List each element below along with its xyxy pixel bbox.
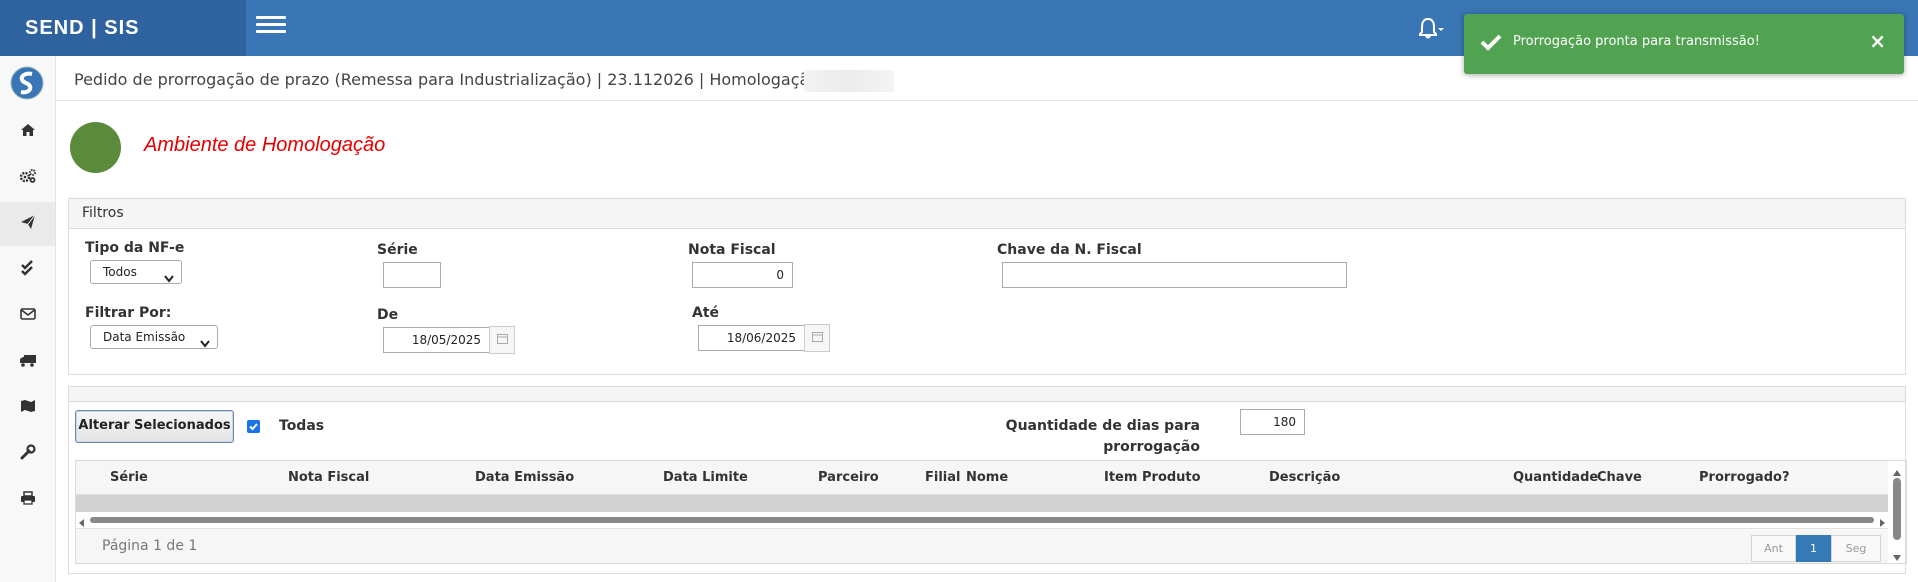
- col-header-quantidade[interactable]: Quantidade: [1513, 470, 1598, 485]
- sidebar-item-settings[interactable]: [0, 156, 55, 200]
- filters-panel: Filtros: [68, 198, 1906, 375]
- vertical-scroll-thumb[interactable]: [1893, 478, 1901, 540]
- chevron-down-icon: [164, 268, 174, 290]
- chevron-down-icon: [200, 333, 210, 355]
- header-divider: [55, 100, 1918, 101]
- col-header-descricao[interactable]: Descrição: [1269, 470, 1340, 485]
- nota-fiscal-input[interactable]: 0: [692, 262, 793, 288]
- calendar-icon: [811, 331, 823, 346]
- success-toast: Prorrogação pronta para transmissão! ×: [1464, 14, 1904, 74]
- environment-status-indicator: [70, 122, 121, 173]
- col-header-data-limite[interactable]: Data Limite: [663, 470, 748, 485]
- filtrar-por-select[interactable]: Data Emissão: [90, 325, 218, 349]
- horizontal-scrollbar[interactable]: [76, 514, 1888, 527]
- sidebar-item-tools[interactable]: [0, 432, 55, 476]
- table-row[interactable]: [76, 495, 1888, 512]
- ate-date-input[interactable]: 18/06/2025: [698, 325, 805, 351]
- col-header-chave[interactable]: Chave: [1597, 470, 1642, 485]
- ate-calendar-button[interactable]: [804, 324, 830, 352]
- print-icon: [20, 491, 36, 509]
- todas-checkbox[interactable]: [247, 420, 260, 433]
- sidebar-item-home[interactable]: [0, 110, 55, 154]
- page-breadcrumb: Pedido de prorrogação de prazo (Remessa …: [74, 70, 830, 89]
- environment-label: Ambiente de Homologação: [144, 134, 386, 156]
- de-calendar-button[interactable]: [489, 326, 515, 354]
- truck-icon: [19, 354, 37, 371]
- cogs-icon: [19, 168, 37, 188]
- chave-nf-input[interactable]: [1002, 262, 1347, 288]
- pager-prev-button[interactable]: Ant: [1751, 535, 1796, 562]
- horizontal-scroll-thumb[interactable]: [90, 517, 1874, 523]
- pager-next-button[interactable]: Seg: [1831, 535, 1881, 562]
- vertical-scrollbar[interactable]: [1889, 461, 1905, 562]
- sidebar-item-map[interactable]: [0, 386, 55, 430]
- wrench-icon: [20, 444, 36, 464]
- sidebar-item-checks[interactable]: [0, 248, 55, 292]
- de-date-input[interactable]: 18/05/2025: [383, 327, 490, 353]
- toast-message: Prorrogação pronta para transmissão!: [1513, 34, 1760, 49]
- col-header-produto[interactable]: Produto: [1142, 470, 1201, 485]
- de-label: De: [377, 307, 399, 323]
- envelope-icon: [19, 308, 36, 324]
- toast-close-button[interactable]: ×: [1869, 31, 1886, 51]
- menu-toggle-icon[interactable]: [256, 16, 286, 38]
- chave-nf-label: Chave da N. Fiscal: [997, 242, 1142, 258]
- sidebar-item-mail[interactable]: [0, 294, 55, 338]
- home-icon: [20, 123, 36, 141]
- nota-fiscal-label: Nota Fiscal: [688, 242, 776, 258]
- notifications-bell-icon[interactable]: [1417, 15, 1445, 41]
- filtrar-por-label: Filtrar Por:: [85, 305, 172, 321]
- serie-label: Série: [377, 242, 418, 258]
- col-header-parceiro[interactable]: Parceiro: [818, 470, 879, 485]
- todas-label: Todas: [279, 418, 325, 434]
- sidebar-item-transport[interactable]: [0, 340, 55, 384]
- page-info: Página 1 de 1: [102, 538, 198, 554]
- col-header-item[interactable]: Item: [1104, 470, 1137, 485]
- tipo-nfe-label: Tipo da NF-e: [85, 240, 185, 256]
- col-header-filial[interactable]: Filial: [925, 470, 960, 485]
- col-header-nota-fiscal[interactable]: Nota Fiscal: [288, 470, 369, 485]
- map-icon: [20, 399, 36, 417]
- col-header-prorrogado[interactable]: Prorrogado?: [1699, 470, 1789, 485]
- checkmark-icon: [1480, 33, 1502, 55]
- ate-label: Até: [692, 305, 720, 321]
- app-brand[interactable]: SEND | SIS: [0, 0, 246, 56]
- sidebar: [0, 56, 56, 582]
- sidebar-item-print[interactable]: [0, 478, 55, 522]
- tipo-nfe-select[interactable]: Todos: [90, 260, 182, 284]
- alterar-selecionados-button[interactable]: Alterar Selecionados: [75, 410, 234, 443]
- sidebar-item-send[interactable]: [0, 202, 55, 246]
- redacted-user-field: [804, 70, 894, 92]
- dias-prorrogacao-input[interactable]: 180: [1240, 409, 1305, 435]
- col-header-data-emissao[interactable]: Data Emissão: [475, 470, 574, 485]
- results-grid: Série Nota Fiscal Data Emissão Data Limi…: [75, 460, 1907, 564]
- filters-heading: Filtros: [69, 199, 1905, 229]
- col-header-serie[interactable]: Série: [110, 470, 148, 485]
- pager-page-1-button[interactable]: 1: [1796, 535, 1831, 562]
- send-icon: [20, 214, 36, 234]
- dias-prorrogacao-label-2: prorrogação: [1103, 439, 1200, 455]
- scroll-down-icon[interactable]: [1893, 550, 1901, 565]
- grid-header: Série Nota Fiscal Data Emissão Data Limi…: [76, 461, 1888, 495]
- col-header-nome[interactable]: Nome: [966, 470, 1008, 485]
- grid-footer: Página 1 de 1 Ant 1 Seg: [76, 528, 1888, 563]
- serie-input[interactable]: [383, 262, 441, 288]
- results-heading: [69, 387, 1905, 402]
- check-double-icon: [20, 260, 36, 280]
- dias-prorrogacao-label-1: Quantidade de dias para: [1005, 418, 1200, 434]
- calendar-icon: [496, 333, 508, 348]
- app-logo[interactable]: [10, 66, 44, 100]
